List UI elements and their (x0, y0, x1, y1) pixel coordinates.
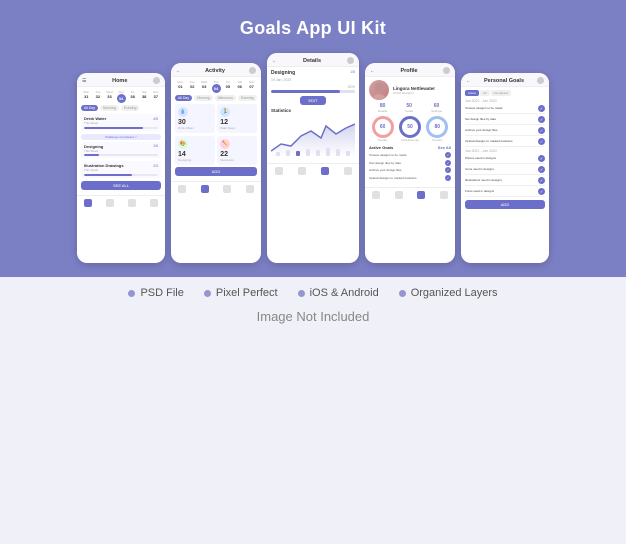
image-not-included-label: Image Not Included (257, 309, 370, 324)
screen-profile: ← Profile Lingora (365, 63, 455, 263)
screen4-role: UI/UX Designer (393, 91, 435, 95)
top-section: Goals App UI Kit ☰ Home Mon31 Tue32 Wed3… (0, 0, 626, 277)
filter-evening[interactable]: Evening (121, 105, 140, 111)
screen4-bottom-nav (365, 187, 455, 201)
feature-pixel-dot (204, 290, 211, 297)
see-all-button[interactable]: SEE ALL (81, 181, 161, 190)
task-designing: Designing1/5 This Week (81, 142, 161, 159)
screen2-title: Activity (205, 68, 225, 74)
screen5-title: Personal Goals (484, 78, 524, 84)
screen5-add-btn[interactable]: ADD (465, 200, 545, 209)
screen4-stats-row: 80Details 50Goals 60Settings (369, 103, 451, 113)
screen5-notif-icon (537, 77, 544, 84)
bottom-section: PSD File Pixel Perfect iOS & Android Org… (0, 277, 626, 544)
feature-psd: PSD File (128, 287, 183, 299)
screen3-title: Details (303, 58, 321, 64)
feature-layers-label: Organized Layers (411, 287, 498, 299)
screen4-goals-title: Active Goals (369, 145, 393, 150)
screen3-date: 19 Jan, 2023 (271, 78, 355, 82)
screen2-body: Mon01 Tue02 Wed03 Thu04 Fri05 Sat06 Sun0… (171, 77, 261, 179)
screen5-tabs: Active All Completed (465, 90, 545, 96)
feature-layers: Organized Layers (399, 287, 498, 299)
screen1-title: Home (112, 78, 127, 84)
main-container: Goals App UI Kit ☰ Home Mon31 Tue32 Wed3… (0, 0, 626, 544)
screen5-period1: Jan 2022 - Jan 2022 (465, 99, 545, 103)
features-row: PSD File Pixel Perfect iOS & Android Org… (128, 287, 497, 299)
screen4-circles: 60 Overdue 50 Completion rate 80 Precisi… (369, 116, 451, 142)
screen3-progress: 82% (271, 85, 355, 93)
screen4-body: Lingora Nettlewater UI/UX Designer 80Det… (365, 77, 455, 185)
screen3-notif-icon (347, 57, 354, 64)
screen1-days: Mon31 Tue32 Wed33 Thu34 Fri38 Sat38 Sun3… (81, 90, 161, 103)
screen-activity-header: ← Activity (171, 63, 261, 77)
feature-ios: iOS & Android (298, 287, 379, 299)
feature-layers-dot (399, 290, 406, 297)
screen5-body: Active All Completed Jan 2022 - Jan 2022… (461, 87, 549, 212)
screen2-notif-icon (249, 67, 256, 74)
screen3-body: Designing 1/5 19 Jan, 2023 82% EDIT Stat… (267, 67, 359, 161)
nav-settings[interactable] (150, 199, 158, 207)
screen1-filters: All Day Morning Evening (81, 105, 161, 111)
nav-home[interactable] (84, 199, 92, 207)
screen5-goals-list-2: Photos used in designs✓ Icons used in de… (465, 155, 545, 197)
screen4-profile-row: Lingora Nettlewater UI/UX Designer (369, 80, 451, 100)
activity-card-design: 🎨 14 Designing (175, 136, 215, 165)
screen3-stats-title: Statistics (271, 108, 355, 113)
task-drink-water: Drink Water4/5 This Week (81, 114, 161, 131)
filter-morning[interactable]: Morning (100, 105, 119, 111)
screen3-edit-btn[interactable]: EDIT (300, 96, 325, 105)
screen4-notif-icon (443, 67, 450, 74)
feature-pixel: Pixel Perfect (204, 287, 278, 299)
screen-profile-header: ← Profile (365, 63, 455, 77)
screen3-chart (271, 116, 355, 156)
activity-card-water: 💧 30 Drink Water (175, 104, 215, 133)
screen-personal-goals-header: ← Personal Goals (461, 73, 549, 87)
screen-home-header: ☰ Home (77, 73, 165, 87)
nav-profile[interactable] (128, 199, 136, 207)
screen-activity: ← Activity Mon01 Tue02 Wed03 Thu04 Fri05… (171, 63, 261, 263)
challenge-badge: Challenge Completed ✓ (81, 134, 161, 140)
screen2-bottom-nav (171, 181, 261, 195)
screen4-name: Lingora Nettlewater (393, 86, 435, 91)
screen5-period2: Jan 2021 - Jan 2022 (465, 149, 545, 153)
screen3-pct: 82% (271, 85, 355, 89)
screen1-notif-icon (153, 77, 160, 84)
screen2-add-btn[interactable]: ADD (175, 167, 257, 176)
screen5-goals-list-1: Choose designs to be made✓ Set design fi… (465, 105, 545, 147)
screen4-avatar (369, 80, 389, 100)
screen3-bottom-nav (267, 163, 359, 177)
screen4-goals-list: Choose designs to be made✓ Sort design t… (369, 152, 451, 181)
screen1-body: Mon31 Tue32 Wed33 Thu34 Fri38 Sat38 Sun3… (77, 87, 165, 193)
tab-active[interactable]: Active (465, 90, 479, 96)
filter-allday[interactable]: All Day (81, 105, 98, 111)
screen3-task-name: Designing (271, 70, 295, 76)
screen-details: ← Details Designing 1/5 19 Jan, 2023 82%… (267, 53, 359, 263)
screen2-filters: All Day Morning Afternoon Evening (175, 95, 257, 101)
feature-ios-dot (298, 290, 305, 297)
activity-card-illus: ✏️ 22 Illustration (217, 136, 257, 165)
screen2-cards-grid: 💧 30 Drink Water 🏃 12 Walk Steps 🎨 14 (175, 104, 257, 165)
tab-completed[interactable]: Completed (491, 90, 512, 96)
screen4-title: Profile (400, 68, 417, 74)
task-illustration: Illustration Drawings2/3 This Week (81, 161, 161, 178)
screen4-see-all[interactable]: See All (438, 145, 451, 150)
screen1-bottom-nav (77, 195, 165, 209)
screen2-days: Mon01 Tue02 Wed03 Thu04 Fri05 Sat06 Sun0… (175, 80, 257, 93)
tab-all[interactable]: All (480, 90, 489, 96)
screen-details-header: ← Details (267, 53, 359, 67)
screen-home: ☰ Home Mon31 Tue32 Wed33 Thu34 Fri38 Sat… (77, 73, 165, 263)
screen-personal-goals: ← Personal Goals Active All Completed Ja… (461, 73, 549, 263)
phones-row: ☰ Home Mon31 Tue32 Wed33 Thu34 Fri38 Sat… (10, 53, 616, 263)
feature-ios-label: iOS & Android (310, 287, 379, 299)
page-title: Goals App UI Kit (10, 18, 616, 39)
nav-activity[interactable] (106, 199, 114, 207)
feature-psd-dot (128, 290, 135, 297)
feature-psd-label: PSD File (140, 287, 183, 299)
activity-card-walk: 🏃 12 Walk Steps (217, 104, 257, 133)
feature-pixel-label: Pixel Perfect (216, 287, 278, 299)
